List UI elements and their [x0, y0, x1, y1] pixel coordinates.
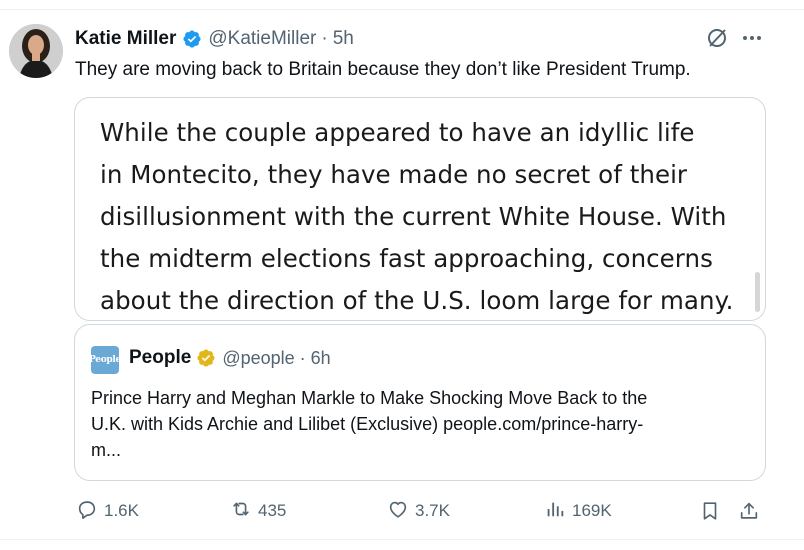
views-icon — [544, 498, 566, 525]
quoted-post-text: Prince Harry and Meghan Markle to Make S… — [91, 385, 741, 463]
author-handle[interactable]: @KatieMiller — [208, 28, 316, 50]
author-name[interactable]: Katie Miller — [75, 28, 176, 50]
bottom-divider — [0, 539, 804, 540]
people-logo-avatar[interactable]: People — [89, 346, 121, 374]
post-text: They are moving back to Britain because … — [75, 59, 691, 80]
tweet[interactable]: Katie Miller @KatieMiller · 5h They are … — [0, 10, 804, 540]
image-text-line: While the couple appeared to have an idy… — [100, 118, 695, 147]
image-text-line: the midterm elections fast approaching, … — [100, 244, 713, 273]
view-count: 169K — [572, 501, 612, 520]
image-text-line: about the direction of the U.S. loom lar… — [100, 286, 734, 315]
quoted-text-line: m... — [91, 440, 121, 460]
post-header: Katie Miller @KatieMiller · 5h — [75, 26, 354, 52]
separator-dot: · — [299, 347, 306, 368]
image-text-line: in Montecito, they have made no secret o… — [100, 160, 688, 189]
heart-icon — [387, 498, 409, 525]
quoted-author-handle[interactable]: @people — [222, 348, 294, 369]
reply-icon — [76, 498, 98, 525]
verified-badge-icon — [182, 29, 202, 49]
views-button[interactable]: 169K — [544, 498, 612, 524]
image-quote-text: While the couple appeared to have an idy… — [100, 112, 740, 320]
quoted-text-line: Prince Harry and Meghan Markle to Make S… — [91, 388, 648, 408]
more-icon[interactable] — [740, 30, 764, 46]
bookmark-icon[interactable] — [699, 500, 721, 522]
reply-button[interactable]: 1.6K — [76, 498, 139, 524]
share-icon[interactable] — [738, 500, 760, 522]
image-scrollbar — [755, 272, 760, 312]
quoted-author-name[interactable]: People — [129, 347, 191, 369]
image-text-line: disillusionment with the current White H… — [100, 202, 727, 231]
separator-dot: · — [321, 28, 328, 49]
quoted-post-card[interactable]: People People @people · 6h Prince Harry … — [74, 324, 766, 481]
grok-icon[interactable] — [705, 26, 729, 50]
like-count: 3.7K — [415, 501, 450, 520]
repost-icon — [230, 498, 252, 525]
action-bar: 1.6K 435 3.7K 169K — [0, 498, 804, 524]
repost-count: 435 — [258, 501, 287, 520]
post-time[interactable]: 5h — [333, 28, 354, 50]
gold-verified-badge-icon — [196, 348, 216, 368]
like-button[interactable]: 3.7K — [387, 498, 450, 524]
quoted-text-line: U.K. with Kids Archie and Lilibet (Exclu… — [91, 414, 644, 434]
attached-image[interactable]: While the couple appeared to have an idy… — [74, 97, 766, 321]
avatar[interactable] — [9, 24, 63, 78]
quoted-post-time[interactable]: 6h — [311, 348, 331, 369]
repost-button[interactable]: 435 — [230, 498, 286, 524]
reply-count: 1.6K — [104, 501, 139, 520]
quoted-post-header: People @people · 6h — [129, 345, 331, 371]
